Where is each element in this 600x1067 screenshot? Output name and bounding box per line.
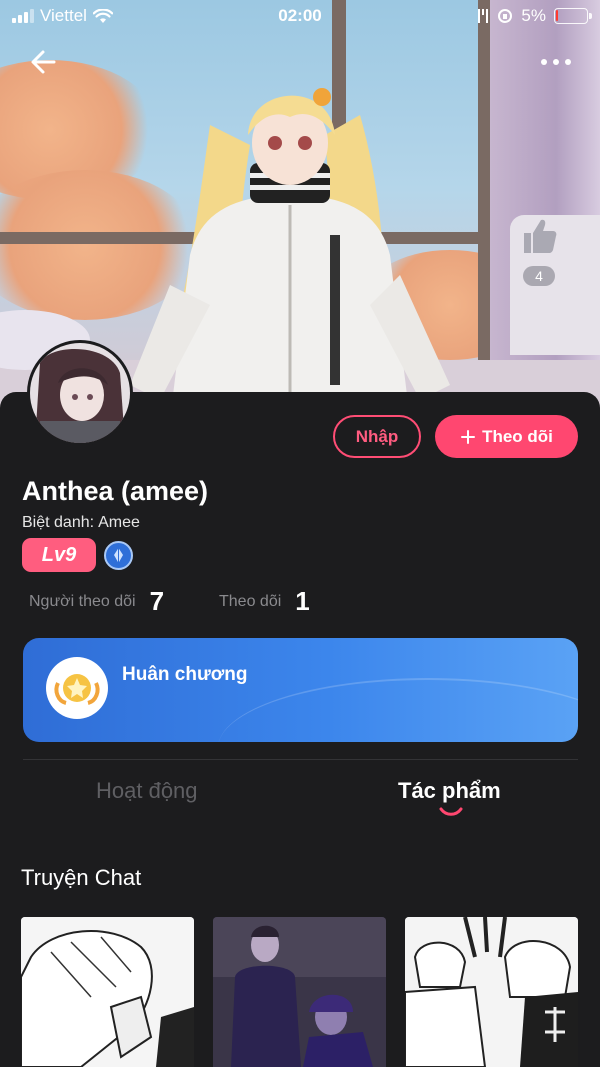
like-button[interactable]: 4 (516, 215, 562, 287)
story-thumbnail[interactable] (405, 917, 578, 1067)
nickname-label: Biệt danh: (22, 514, 95, 531)
follow-button-label: Theo dõi (482, 426, 553, 446)
avatar[interactable] (27, 340, 133, 446)
orientation-lock-icon (498, 9, 513, 23)
following-count: 1 (295, 586, 310, 616)
nickname: Biệt danh: Amee (22, 514, 140, 532)
section-title: Truyện Chat (21, 865, 142, 890)
alarm-icon (478, 9, 489, 23)
story-thumbnail[interactable] (21, 917, 194, 1067)
diamond-badge-icon[interactable] (104, 541, 133, 570)
medal-title: Huân chương (122, 664, 248, 685)
more-horizontal-icon (541, 59, 571, 65)
thumbs-up-icon (524, 219, 557, 253)
profile-name: Anthea (amee) (22, 476, 209, 506)
medal-card[interactable]: Huân chương (23, 638, 578, 742)
battery-icon (554, 8, 592, 24)
followers-count: 7 (149, 586, 165, 616)
followers-stat[interactable]: Người theo dõi 7 (29, 586, 164, 617)
tab-works[interactable]: Tác phẩm (398, 778, 501, 804)
active-tab-indicator (439, 807, 463, 816)
medal-icon (46, 657, 108, 719)
following-stat[interactable]: Theo dõi 1 (219, 586, 310, 617)
battery-percent: 5% (521, 6, 546, 25)
more-button[interactable] (538, 48, 574, 76)
arrow-left-icon (31, 50, 56, 74)
divider (23, 759, 578, 760)
level-badge[interactable]: Lv9 (22, 538, 96, 572)
plus-icon (461, 429, 476, 444)
status-bar: Viettel 02:00 5% (0, 0, 600, 32)
nickname-value: Amee (98, 514, 140, 531)
import-button[interactable]: Nhập (333, 415, 421, 458)
followers-label: Người theo dõi (29, 592, 136, 610)
like-count: 4 (523, 266, 555, 286)
story-thumbnail[interactable] (213, 917, 386, 1067)
follow-button[interactable]: Theo dõi (435, 415, 578, 458)
following-label: Theo dõi (219, 592, 282, 610)
tab-activity[interactable]: Hoạt động (96, 778, 198, 804)
back-button[interactable] (26, 44, 62, 80)
